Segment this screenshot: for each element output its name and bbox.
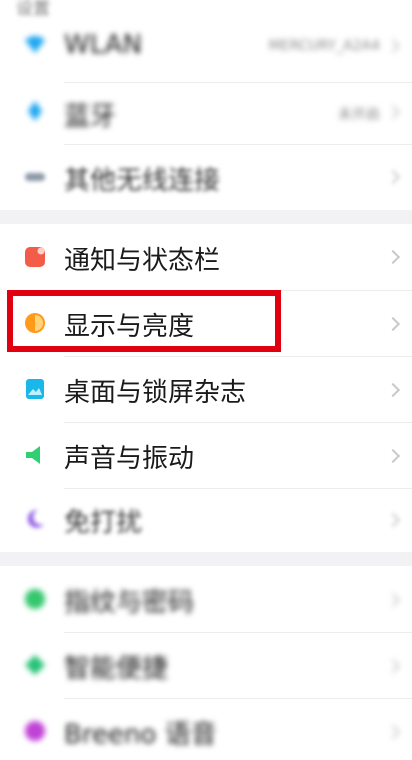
moon-icon xyxy=(27,509,44,528)
setting-item-other-wireless[interactable]: 其他无线连接 xyxy=(0,146,412,204)
chevron-right-icon xyxy=(385,724,401,740)
section-gap xyxy=(0,210,412,224)
smart-icon xyxy=(25,655,45,675)
setting-label: 通知与状态栏 xyxy=(64,246,221,276)
chevron-right-icon xyxy=(385,658,401,674)
setting-label: 指纹与密码 xyxy=(64,588,195,618)
chevron-right-icon xyxy=(385,592,401,608)
chevron-right-icon xyxy=(385,104,401,120)
chevron-right-icon xyxy=(385,249,401,265)
divider xyxy=(64,422,412,423)
divider xyxy=(64,144,412,145)
notification-icon xyxy=(25,247,45,267)
setting-item-notifications[interactable]: 通知与状态栏 xyxy=(0,226,412,286)
setting-item-sound-vibration[interactable]: 声音与振动 xyxy=(0,424,412,486)
chevron-right-icon xyxy=(385,448,401,464)
divider xyxy=(64,632,412,633)
setting-label: WLAN xyxy=(64,30,143,60)
setting-label: 其他无线连接 xyxy=(64,166,221,196)
chevron-right-icon xyxy=(385,169,401,185)
setting-label: 智能便捷 xyxy=(64,654,169,684)
section-title: 设置 xyxy=(16,0,50,19)
bluetooth-status: 未开启 xyxy=(338,107,380,123)
setting-item-bluetooth[interactable]: 蓝牙 未开启 xyxy=(0,84,412,140)
setting-item-fingerprint-password[interactable]: 指纹与密码 xyxy=(0,568,412,630)
fingerprint-icon xyxy=(25,589,45,609)
divider xyxy=(64,356,412,357)
sound-icon xyxy=(26,446,40,464)
chevron-right-icon xyxy=(385,316,401,332)
divider xyxy=(64,698,412,699)
chevron-right-icon xyxy=(385,512,401,528)
wlan-network-name: MERCURY_A2A4 xyxy=(268,38,380,54)
setting-item-desktop-lockscreen[interactable]: 桌面与锁屏杂志 xyxy=(0,358,412,420)
divider xyxy=(64,488,412,489)
divider xyxy=(64,82,412,83)
setting-label: 蓝牙 xyxy=(64,102,117,132)
setting-label: Breeno 语音 xyxy=(64,720,217,750)
section-gap xyxy=(0,552,412,566)
breeno-icon xyxy=(25,721,45,741)
setting-item-wlan[interactable]: WLAN MERCURY_A2A4 xyxy=(0,20,412,70)
settings-page: 设置 WLAN MERCURY_A2A4 蓝牙 未开启 其他无线连接 通知与状态… xyxy=(0,0,412,750)
link-icon xyxy=(25,173,45,181)
wallpaper-icon xyxy=(26,379,44,399)
highlight-box xyxy=(7,290,281,352)
setting-item-smart-convenience[interactable]: 智能便捷 xyxy=(0,634,412,696)
setting-label: 声音与振动 xyxy=(64,444,195,474)
setting-item-do-not-disturb[interactable]: 免打扰 xyxy=(0,490,412,548)
chevron-right-icon xyxy=(385,382,401,398)
bluetooth-icon xyxy=(28,101,42,121)
setting-label: 桌面与锁屏杂志 xyxy=(64,378,247,408)
setting-item-breeno[interactable]: Breeno 语音 xyxy=(0,700,412,760)
wifi-icon xyxy=(25,36,45,53)
chevron-right-icon xyxy=(385,38,401,54)
setting-label: 免打扰 xyxy=(64,508,143,538)
